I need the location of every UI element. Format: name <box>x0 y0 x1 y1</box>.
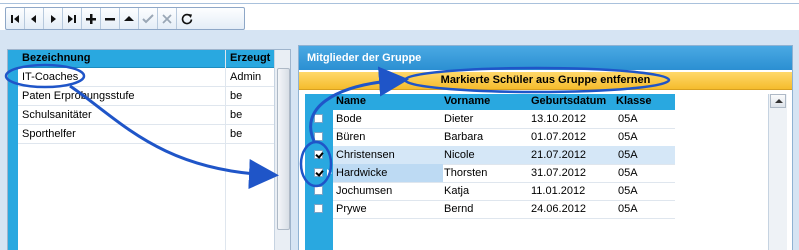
check-icon <box>142 13 154 23</box>
row-checkbox[interactable] <box>311 164 327 182</box>
member-row[interactable]: Büren Barbara 01.07.2012 05A <box>333 128 675 147</box>
member-name: Bode <box>336 113 362 125</box>
member-firstname: Bernd <box>444 203 474 215</box>
member-birthdate: 11.01.2012 <box>531 185 586 197</box>
member-class: 05A <box>618 131 638 143</box>
last-icon <box>68 14 76 23</box>
column-header-vorname[interactable]: Vorname <box>444 95 490 107</box>
member-row[interactable]: Jochumsen Katja 11.01.2012 05A <box>333 182 675 201</box>
member-class: 05A <box>618 203 638 215</box>
member-row[interactable]: Prywe Bernd 24.06.2012 05A <box>333 200 675 219</box>
member-birthdate: 31.07.2012 <box>531 167 587 179</box>
next-icon <box>51 14 56 23</box>
group-creator: Admin <box>230 71 262 83</box>
first-record-button[interactable] <box>6 8 25 29</box>
checkbox-box <box>314 114 323 123</box>
members-panel-title-bar: Mitglieder der Gruppe <box>299 46 792 70</box>
checkbox-box-checked <box>314 168 323 177</box>
row-checkbox[interactable] <box>311 110 327 128</box>
post-record-button[interactable] <box>139 8 158 29</box>
plus-icon <box>86 13 96 24</box>
first-icon <box>11 14 19 23</box>
groups-grid-header: Bezeichnung Erzeugt <box>18 50 274 68</box>
navigator-button-group <box>5 7 245 30</box>
member-row[interactable]: Christensen Nicole 21.07.2012 05A <box>333 146 675 165</box>
checkbox-box <box>314 204 323 213</box>
groups-row-indicator <box>8 50 18 250</box>
column-header-bezeichnung[interactable]: Bezeichnung <box>22 52 90 64</box>
checkbox-box <box>314 186 323 195</box>
row-checkbox[interactable] <box>311 128 327 146</box>
member-birthdate: 24.06.2012 <box>531 203 587 215</box>
group-name: IT-Coaches <box>22 71 79 83</box>
group-creator: be <box>230 109 243 121</box>
member-firstname: Barbara <box>444 131 484 143</box>
group-members-panel: Mitglieder der Gruppe Markierte Schüler … <box>298 45 793 250</box>
toolbar-top-line <box>0 3 799 4</box>
member-class: 05A <box>618 113 638 125</box>
member-name: Christensen <box>336 149 395 161</box>
members-panel-title: Mitglieder der Gruppe <box>307 52 422 64</box>
row-checkbox[interactable] <box>311 200 327 218</box>
group-row[interactable]: Sporthelfer be <box>18 125 274 144</box>
cancel-record-button[interactable] <box>158 8 177 29</box>
group-name: Paten Erprobungsstufe <box>22 90 135 102</box>
column-header-geburtsdatum[interactable]: Geburtsdatum <box>531 95 606 107</box>
member-firstname: Katja <box>444 185 470 197</box>
member-birthdate: 01.07.2012 <box>531 131 587 143</box>
group-row[interactable]: Paten Erprobungsstufe be <box>18 87 274 106</box>
navigator-toolbar <box>0 0 799 30</box>
member-name: Jochumsen <box>336 185 393 197</box>
member-name: Hardwicke <box>336 167 388 179</box>
members-grid: Name Vorname Geburtsdatum Klasse Bode Di… <box>305 94 775 250</box>
remove-selected-button[interactable]: Markierte Schüler aus Gruppe entfernen <box>299 72 792 90</box>
group-row[interactable]: Schulsanitäter be <box>18 106 274 125</box>
member-firstname: Thorsten <box>444 167 488 179</box>
groups-scrollbar[interactable] <box>274 50 290 250</box>
column-header-erzeugt[interactable]: Erzeugt <box>230 52 270 64</box>
member-birthdate: 21.07.2012 <box>531 149 587 161</box>
refresh-icon <box>181 13 192 24</box>
checkbox-box <box>314 132 323 141</box>
group-row[interactable]: IT-Coaches Admin <box>18 68 274 87</box>
row-checkbox[interactable] <box>311 182 327 200</box>
remove-selected-label: Markierte Schüler aus Gruppe entfernen <box>440 74 651 86</box>
members-scrollbar[interactable] <box>768 94 787 250</box>
refresh-button[interactable] <box>177 8 196 29</box>
members-grid-header: Name Vorname Geburtsdatum Klasse <box>333 94 675 110</box>
insert-record-button[interactable] <box>82 8 101 29</box>
member-firstname: Dieter <box>444 113 474 125</box>
group-name: Sporthelfer <box>22 128 76 140</box>
member-firstname: Nicole <box>444 149 475 161</box>
last-record-button[interactable] <box>63 8 82 29</box>
prior-record-button[interactable] <box>25 8 44 29</box>
group-creator: be <box>230 128 243 140</box>
delete-record-button[interactable] <box>101 8 120 29</box>
member-row[interactable]: Bode Dieter 13.10.2012 05A <box>333 110 675 129</box>
groups-scrollbar-thumb[interactable] <box>277 68 290 230</box>
member-class: 05A <box>618 167 638 179</box>
member-name: Prywe <box>336 203 367 215</box>
column-header-klasse[interactable]: Klasse <box>616 95 651 107</box>
groups-grid: Bezeichnung Erzeugt IT-Coaches Admin Pat… <box>7 49 291 250</box>
member-row[interactable]: Hardwicke Thorsten 31.07.2012 05A <box>333 164 675 183</box>
member-birthdate: 13.10.2012 <box>531 113 587 125</box>
group-name: Schulsanitäter <box>22 109 92 121</box>
minus-icon <box>105 17 115 20</box>
group-creator: be <box>230 90 243 102</box>
member-class: 05A <box>618 149 638 161</box>
column-header-name[interactable]: Name <box>336 95 366 107</box>
scroll-up-arrow-icon[interactable] <box>770 94 786 108</box>
checkbox-box-checked <box>314 150 323 159</box>
current-row-arrow-icon <box>327 169 332 177</box>
up-triangle-icon <box>124 15 134 21</box>
next-record-button[interactable] <box>44 8 63 29</box>
member-class: 05A <box>618 185 638 197</box>
edit-record-button[interactable] <box>120 8 139 29</box>
member-name: Büren <box>336 131 366 143</box>
cross-icon <box>162 13 172 24</box>
row-checkbox[interactable] <box>311 146 327 164</box>
prior-icon <box>31 14 36 23</box>
